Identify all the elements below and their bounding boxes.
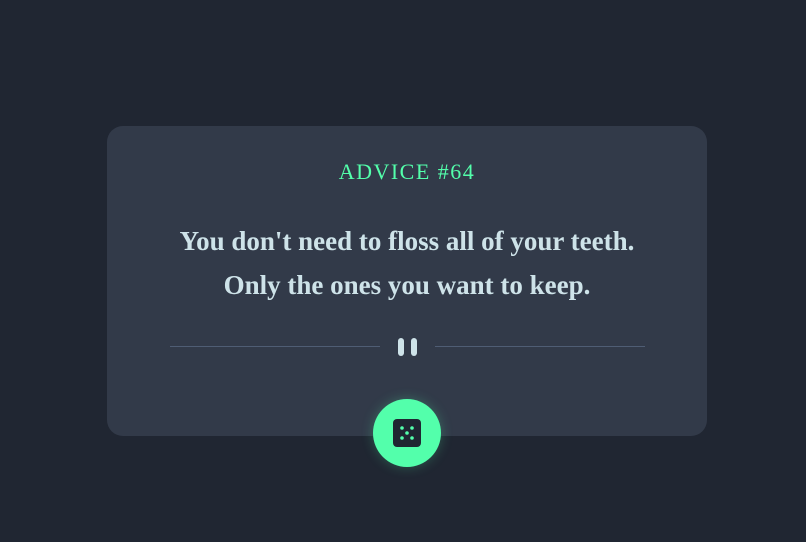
new-advice-button[interactable] xyxy=(373,399,441,467)
advice-quote: You don't need to floss all of your teet… xyxy=(147,219,667,307)
pause-icon xyxy=(396,338,420,356)
advice-id-label: ADVICE #64 xyxy=(338,159,476,184)
advice-quote-line-1: You don't need to floss all of your teet… xyxy=(179,226,635,256)
advice-card: ADVICE #64 You don't need to floss all o… xyxy=(107,126,707,436)
pattern-divider xyxy=(170,337,645,357)
divider-line-left xyxy=(170,346,380,347)
divider-line-right xyxy=(435,346,645,347)
dice-icon xyxy=(393,419,421,447)
advice-quote-line-2: Only the ones you want to keep. xyxy=(223,270,591,300)
